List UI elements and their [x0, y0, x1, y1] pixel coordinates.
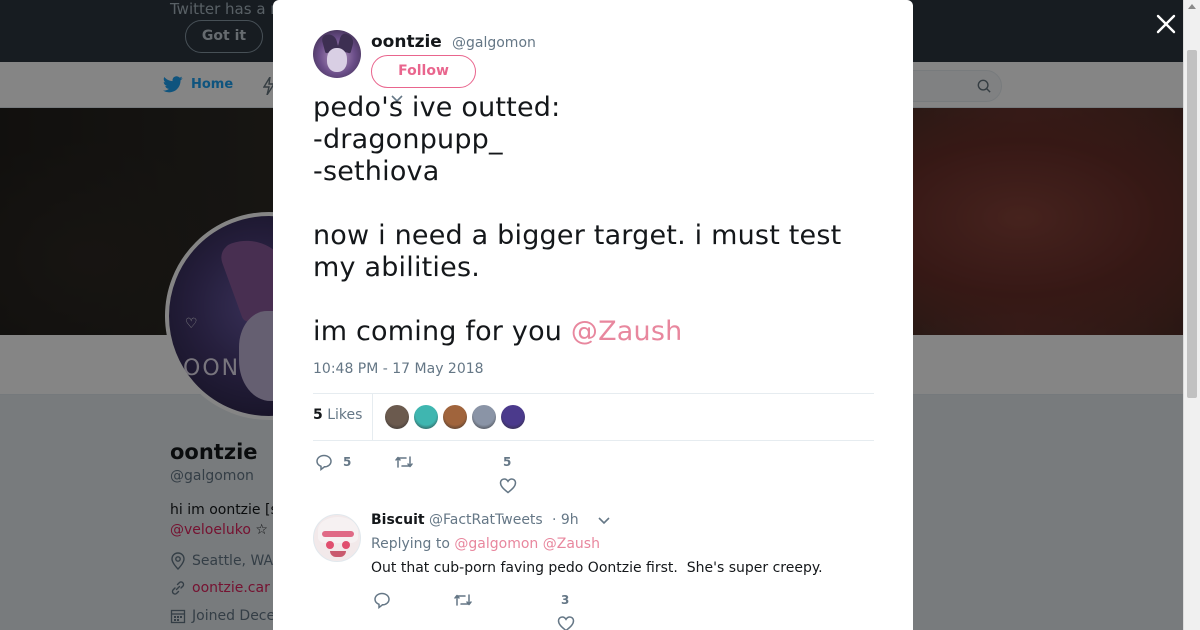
- likes-label: Likes: [327, 407, 363, 423]
- tweet-text: pedo's ive outted: -dragonpupp_ -sethiov…: [313, 92, 873, 348]
- like-count: 3: [561, 593, 570, 607]
- reply-button[interactable]: 5: [315, 453, 351, 471]
- reply-icon: [316, 454, 332, 471]
- retweet-icon: [395, 456, 413, 468]
- liker-avatar[interactable]: [472, 405, 496, 429]
- tweet-timestamp[interactable]: 10:48 PM - 17 May 2018: [313, 361, 484, 377]
- avatar-band: [322, 531, 354, 537]
- likes-row: 5 Likes: [313, 393, 874, 441]
- author-avatar[interactable]: [313, 30, 361, 78]
- likes-count: 5: [313, 407, 323, 423]
- close-icon[interactable]: [1154, 12, 1178, 36]
- replying-mention[interactable]: @Zaush: [543, 536, 600, 552]
- avatar-mouth: [330, 551, 346, 557]
- like-count: 5: [503, 455, 512, 469]
- avatar-eye: [326, 541, 334, 549]
- reply-author-name[interactable]: Biscuit: [371, 512, 425, 528]
- author-handle[interactable]: @galgomon: [452, 35, 536, 51]
- scroll-up-arrow-icon[interactable]: [1188, 4, 1196, 9]
- avatar-hair: [318, 517, 358, 543]
- scroll-thumb[interactable]: [1187, 50, 1197, 398]
- tweet-body: pedo's ive outted: -dragonpupp_ -sethiov…: [313, 92, 842, 347]
- replying-prefix: Replying to: [371, 536, 455, 552]
- tweet-mention[interactable]: @Zaush: [571, 316, 683, 347]
- liker-avatar[interactable]: [414, 405, 438, 429]
- reply-author-handle[interactable]: @FactRatTweets: [429, 512, 543, 528]
- follow-button[interactable]: Follow: [371, 55, 476, 88]
- avatar-face: [327, 48, 347, 72]
- replying-mention[interactable]: @galgomon: [454, 536, 538, 552]
- likes-divider: [372, 394, 373, 441]
- reply-icon: [374, 592, 390, 609]
- reply-avatar[interactable]: [313, 514, 361, 562]
- author-name[interactable]: oontzie: [371, 32, 442, 52]
- avatar-eye: [342, 541, 350, 549]
- page-scrollbar[interactable]: [1183, 0, 1200, 630]
- liker-avatar[interactable]: [501, 405, 525, 429]
- reply-count: 5: [343, 455, 352, 469]
- likes-summary[interactable]: 5 Likes: [313, 407, 362, 423]
- liker-avatar[interactable]: [443, 405, 467, 429]
- reply-button[interactable]: [373, 591, 401, 609]
- retweet-button[interactable]: [394, 453, 424, 471]
- heart-icon[interactable]: [557, 615, 575, 630]
- retweet-button[interactable]: [453, 591, 483, 609]
- heart-icon[interactable]: [499, 477, 517, 494]
- reply-text: Out that cub-porn faving pedo Oontzie fi…: [371, 560, 823, 576]
- tweet-modal: oontzie @galgomon Follow pedo's ive outt…: [273, 0, 913, 630]
- retweet-icon: [454, 594, 472, 606]
- liker-avatar[interactable]: [385, 405, 409, 429]
- replying-to: Replying to @galgomon @Zaush: [371, 536, 600, 552]
- chevron-down-icon[interactable]: [598, 517, 610, 525]
- reply-time[interactable]: · 9h: [552, 512, 579, 528]
